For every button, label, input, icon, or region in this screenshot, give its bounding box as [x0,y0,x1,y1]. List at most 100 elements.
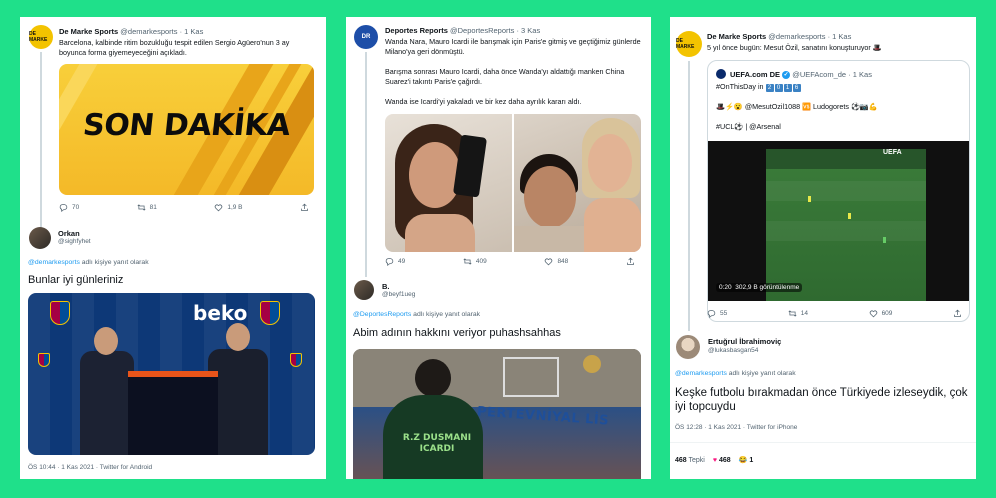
tweet-panel-2: DR Deportes Reports @DeportesReports · 3… [346,17,651,479]
tweet-header: Deportes Reports @DeportesReports · 3 Ka… [385,26,540,35]
heart-icon [545,258,553,266]
author-name[interactable]: Orkan [58,229,80,238]
share-button[interactable] [626,257,635,266]
avatar[interactable]: DR [354,25,378,49]
retweet-button[interactable]: 409 [463,257,487,266]
tweet-panel-1: DE MARKE De Marke Sports @demarkesports … [20,17,326,479]
retweet-count: 14 [800,310,809,317]
avatar-label: DR [361,34,371,40]
retweet-button[interactable]: 14 [788,309,808,318]
retweet-button[interactable]: 81 [137,203,157,212]
reaction-stat[interactable]: 468 Tepki [675,457,705,464]
person-head [94,327,118,355]
video-views: 302,9 B görüntülenme [735,284,800,291]
author-handle[interactable]: @lukasbasgan54 [708,347,758,354]
retweet-icon [788,310,797,317]
pillow [514,226,584,252]
author-handle[interactable]: @UEFAcom_de [792,70,846,79]
avatar[interactable]: DE MARKE [29,25,53,49]
avatar[interactable] [29,227,51,249]
jersey-line-2: ICARDI [419,444,455,454]
author-name[interactable]: UEFA.com DE [730,70,780,79]
share-button[interactable] [300,203,309,212]
author-handle[interactable]: @sighfyhet [58,238,91,245]
author-name[interactable]: Deportes Reports [385,26,448,35]
tweet-time[interactable]: · 1 Kas [848,70,872,79]
reply-icon [385,258,394,266]
video-player[interactable]: UEFA 0:20 302,9 B görüntülenme [708,141,969,301]
heart-icon [215,204,223,212]
laugh-count: 1 [749,457,754,464]
reply-text: Bunlar iyi günleriniz [28,274,124,286]
reply-image[interactable]: PERTEVNİYAL LİS R.Z DUSMANI ICARDI [353,349,641,479]
reply-button[interactable]: 49 [385,257,405,266]
share-button[interactable] [953,309,962,318]
player-dot [883,237,886,243]
tweet-time[interactable]: · 1 Kas [828,32,852,41]
video-watermark: UEFA [883,149,902,156]
club-crest [290,353,302,367]
tweet-text-2: Barışma sonrası Mauro Icardi, daha önce … [385,67,625,86]
author-name[interactable]: De Marke Sports [59,27,118,36]
like-button[interactable]: 609 [869,309,893,318]
author-name[interactable]: B. [382,282,390,291]
club-crest [50,301,70,325]
like-button[interactable]: 848 [544,257,568,266]
mention-link[interactable]: @demarkesports [28,259,80,266]
son-dakika-text: SON DAKİKA [81,108,292,143]
like-stat[interactable]: ♥ 468 [713,457,731,464]
face [409,142,461,208]
reply-image[interactable]: beko [28,293,315,455]
author-handle[interactable]: @demarkesports [768,32,825,41]
like-count: 609 [881,310,893,317]
tweet-image-grid [385,114,641,252]
like-count: 1,9 B [227,204,243,211]
author-handle[interactable]: @demarkesports [120,27,177,36]
person [80,351,134,455]
person-head [226,323,250,351]
tweet-time[interactable]: · 1 Kas [180,27,204,36]
hashtag[interactable]: #OnThisDay in [716,82,764,91]
reply-button[interactable]: 70 [59,203,79,212]
tweet-image[interactable]: SON DAKİKA [59,64,314,195]
player-dot [808,196,811,202]
author-name[interactable]: Ertuğrul İbrahimoviç [708,337,781,346]
tweet-image[interactable] [514,114,641,252]
mention-link[interactable]: @DeportesReports [353,311,411,318]
avatar[interactable] [676,335,700,359]
club-crest [260,301,280,325]
reply-icon [59,204,68,212]
jersey-text: R.Z DUSMANI ICARDI [397,433,477,455]
author-handle[interactable]: @beyf1ueg [382,291,415,298]
gym-board [503,357,559,397]
like-button[interactable]: 1,9 B [214,203,243,212]
retweet-count: 81 [149,204,157,211]
avatar-label: DE MARKE [676,38,695,50]
quoted-header: UEFA.com DE ✓ @UEFAcom_de · 1 Kas [730,70,872,80]
avatar[interactable] [354,280,374,300]
author-name[interactable]: De Marke Sports [707,32,766,41]
reply-button[interactable]: 55 [707,309,727,318]
mention-link[interactable]: @demarkesports [675,370,727,377]
author-handle[interactable]: @DeportesReports [450,26,514,35]
avatar[interactable]: DE MARKE [676,31,702,57]
retweet-count: 409 [475,258,487,265]
tweet-text: Barcelona, kalbinde ritim bozukluğu tesp… [59,38,290,57]
avatar[interactable] [716,69,726,79]
thread-line [688,61,690,331]
tweet-actions: 49 409 848 [385,257,635,266]
jersey [128,371,218,455]
engagement-stats: 468 Tepki ♥ 468 😂 1 [675,456,754,465]
tweet-header: De Marke Sports @demarkesports · 1 Kas [707,32,851,41]
tweet-time[interactable]: · 3 Kas [516,26,540,35]
year-digit: 2 [765,84,774,92]
face [524,166,576,228]
jersey-stripe [128,371,218,377]
laugh-stat[interactable]: 😂 1 [739,456,754,464]
pitch-stripe [766,181,926,201]
quoted-line-3: #UCL⚽ | @Arsenal [716,122,781,131]
quoted-line-1: #OnThisDay in 2016 [716,82,802,92]
tweet-image[interactable] [385,114,512,252]
replying-to: @demarkesports adlı kişiye yanıt olarak [28,259,149,266]
quoted-tweet[interactable]: UEFA.com DE ✓ @UEFAcom_de · 1 Kas #OnThi… [707,60,970,322]
